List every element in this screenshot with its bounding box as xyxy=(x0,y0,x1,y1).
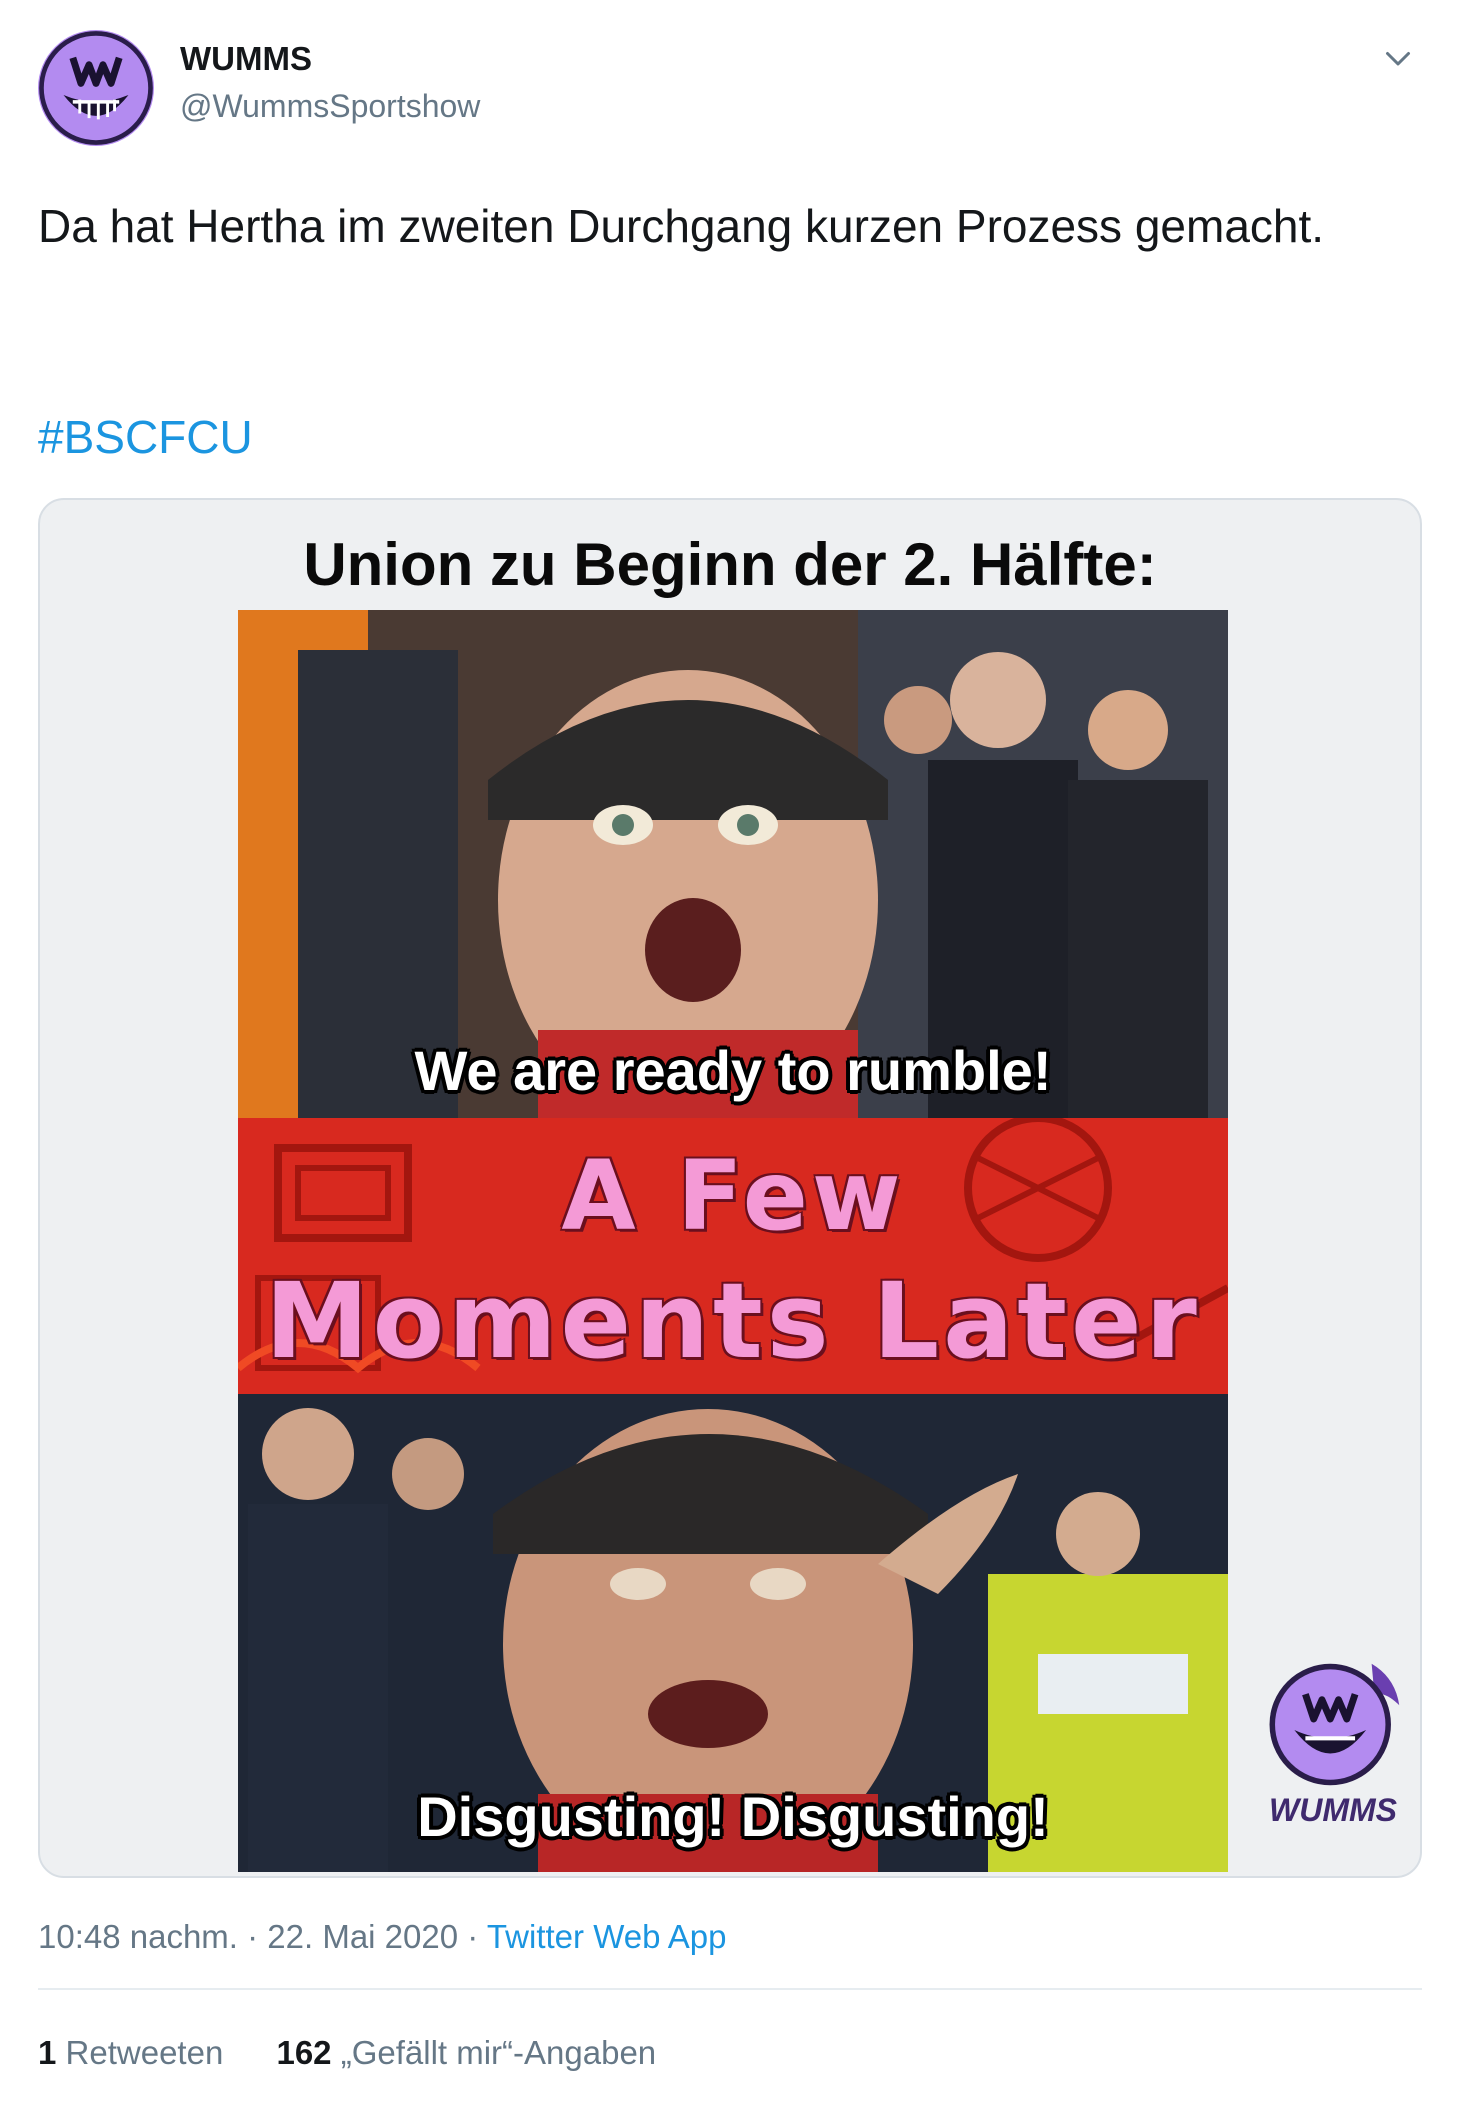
tweet: WUMMS @WummsSportshow Da hat Hertha im z… xyxy=(0,0,1460,2127)
meta-separator-2: · xyxy=(458,1918,487,1955)
meme-caption-middle-line-1: A Few xyxy=(561,1140,905,1252)
chevron-down-icon[interactable] xyxy=(1380,40,1416,76)
likes-label: „Gefällt mir“-Angaben xyxy=(340,2034,657,2071)
watermark-label: WUMMS xyxy=(1269,1792,1397,1828)
meme-panel-top: We are ready to rumble! xyxy=(238,610,1228,1118)
meme-caption-middle-line-2: Moments Later xyxy=(265,1260,1201,1382)
hashtag-link[interactable]: #BSCFCU xyxy=(38,410,253,464)
tweet-text: Da hat Hertha im zweiten Durchgang kurze… xyxy=(38,200,1325,252)
user-handle[interactable]: @WummsSportshow xyxy=(180,88,480,125)
tweet-source-link[interactable]: Twitter Web App xyxy=(487,1918,727,1955)
meme-caption-top: We are ready to rumble! xyxy=(414,1039,1052,1102)
divider xyxy=(38,1988,1422,1990)
wumms-logo-icon xyxy=(1269,1663,1400,1786)
likes-stat[interactable]: 162 „Gefällt mir“-Angaben xyxy=(276,2034,656,2071)
meme-title: Union zu Beginn der 2. Hälfte: xyxy=(303,531,1157,598)
retweets-stat[interactable]: 1 Retweeten xyxy=(38,2034,223,2071)
media-image[interactable]: Union zu Beginn der 2. Hälfte: We are re… xyxy=(38,498,1422,1878)
avatar[interactable] xyxy=(38,30,154,146)
tweet-date[interactable]: 22. Mai 2020 xyxy=(267,1918,458,1955)
tweet-time[interactable]: 10:48 nachm. xyxy=(38,1918,238,1955)
meta-separator: · xyxy=(237,1918,268,1955)
meme-panel-middle: A Few Moments Later xyxy=(238,1118,1228,1394)
retweets-count: 1 xyxy=(38,2034,57,2071)
display-name[interactable]: WUMMS xyxy=(180,40,312,78)
retweets-label: Retweeten xyxy=(65,2034,224,2071)
tweet-stats: 1 Retweeten 162 „Gefällt mir“-Angaben xyxy=(38,2034,700,2072)
wumms-watermark: WUMMS xyxy=(1250,1650,1416,1850)
wumms-grin-logo-icon xyxy=(39,31,153,145)
tweet-meta: 10:48 nachm. · 22. Mai 2020 · Twitter We… xyxy=(38,1918,727,1956)
likes-count: 162 xyxy=(276,2034,332,2071)
meme-panel-bottom: Disgusting! Disgusting! xyxy=(238,1394,1228,1872)
meme-caption-bottom: Disgusting! Disgusting! xyxy=(417,1785,1049,1848)
